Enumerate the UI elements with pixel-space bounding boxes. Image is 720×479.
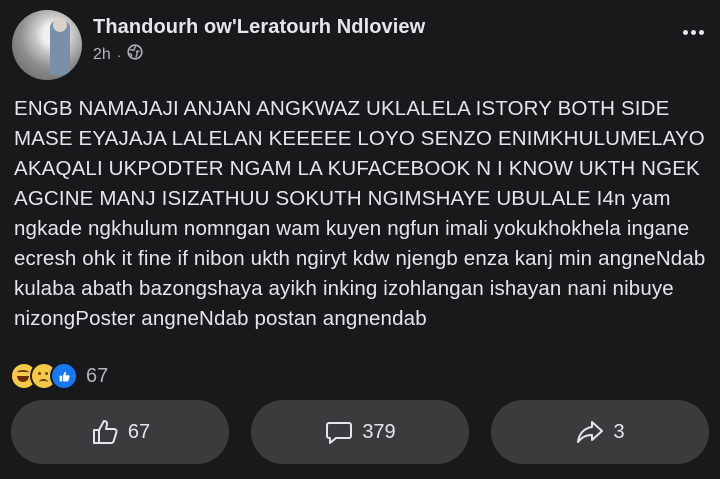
author-name[interactable]: Thandourh ow'Leratourh Ndloview [93,16,425,39]
like-reaction-icon [50,362,78,390]
reaction-count: 67 [86,364,109,387]
post-header: Thandourh ow'Leratourh Ndloview 2h · [0,0,720,80]
meta-separator: · [116,46,122,63]
dot-icon [698,29,704,35]
reactions-summary[interactable]: 67 [10,362,108,390]
post-time[interactable]: 2h [93,46,111,64]
comment-button[interactable]: 379 [251,400,469,464]
post-text: ENGB NAMAJAJI ANJAN ANGKWAZ UKLALELA IST… [14,97,706,330]
share-icon [577,421,604,443]
comment-icon [326,422,353,444]
share-button[interactable]: 3 [491,400,709,464]
like-count: 67 [127,420,151,443]
globe-icon[interactable] [127,44,144,65]
more-options-button[interactable] [676,20,710,44]
dot-icon [682,29,688,35]
thumbs-up-icon [92,420,118,444]
action-bar: 67 379 3 [0,400,720,464]
comment-count: 379 [362,420,396,443]
author-avatar[interactable] [12,10,82,80]
share-count: 3 [613,420,625,443]
post-meta: 2h · [93,44,144,65]
dot-icon [690,29,696,35]
like-button[interactable]: 67 [11,400,229,464]
